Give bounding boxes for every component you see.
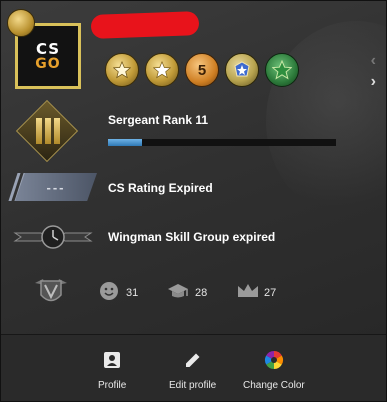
- avatar-logo-line1: CS: [35, 39, 61, 58]
- chevron-up-icon[interactable]: ‹: [371, 53, 376, 69]
- pencil-icon: [184, 349, 202, 371]
- leader-count: 27: [264, 287, 277, 299]
- commendations-row: 31 28 27: [1, 279, 386, 309]
- rank-chevrons-icon: [36, 118, 60, 144]
- five-year-coin-text: 5: [197, 61, 207, 79]
- profile-button-label: Profile: [98, 380, 127, 391]
- gold-star-medal-icon[interactable]: [105, 53, 139, 87]
- cs-rating-label: CS Rating Expired: [108, 181, 213, 195]
- profile-card-icon: [103, 349, 121, 371]
- color-wheel-icon: [264, 349, 284, 371]
- level-coin-icon: [7, 9, 35, 37]
- profile-button[interactable]: Profile: [98, 349, 126, 391]
- medal-showcase: 5: [105, 53, 299, 89]
- cs-rating-badge-icon: ---: [15, 173, 97, 201]
- change-color-button-label: Change Color: [243, 380, 305, 391]
- redacted-username: [90, 11, 200, 39]
- rank-progress-bar: [108, 139, 336, 146]
- profile-panel: CS GO 5 ‹ › Sergeant Rank 11 --- CS Rati…: [0, 0, 387, 402]
- five-year-coin-icon[interactable]: 5: [185, 53, 219, 87]
- leader-crown-icon: [236, 281, 260, 305]
- service-medal-icon[interactable]: [225, 53, 259, 87]
- service-shield-icon: [31, 275, 71, 313]
- rank-label: Sergeant Rank 11: [108, 113, 209, 127]
- profile-footer: Profile Edit profile Change Color: [1, 334, 386, 401]
- green-star-pin-icon[interactable]: [265, 53, 299, 87]
- wingman-emblem-icon: [13, 224, 93, 250]
- teacher-icon: [167, 281, 189, 305]
- edit-profile-button[interactable]: Edit profile: [169, 349, 216, 391]
- friendly-count: 31: [126, 287, 139, 299]
- teacher-count: 28: [195, 287, 208, 299]
- edit-profile-button-label: Edit profile: [169, 380, 217, 391]
- avatar-logo-line2: GO: [35, 55, 61, 72]
- cs-rating-badge-text: ---: [46, 179, 66, 195]
- chevron-right-icon[interactable]: ›: [371, 74, 376, 90]
- wingman-label: Wingman Skill Group expired: [108, 230, 276, 244]
- friendly-icon: [99, 281, 119, 305]
- rank-progress-fill: [108, 139, 143, 146]
- background-emblem: [266, 21, 386, 221]
- change-color-button[interactable]: Change Color: [243, 349, 305, 391]
- star-medal-icon[interactable]: [145, 53, 179, 87]
